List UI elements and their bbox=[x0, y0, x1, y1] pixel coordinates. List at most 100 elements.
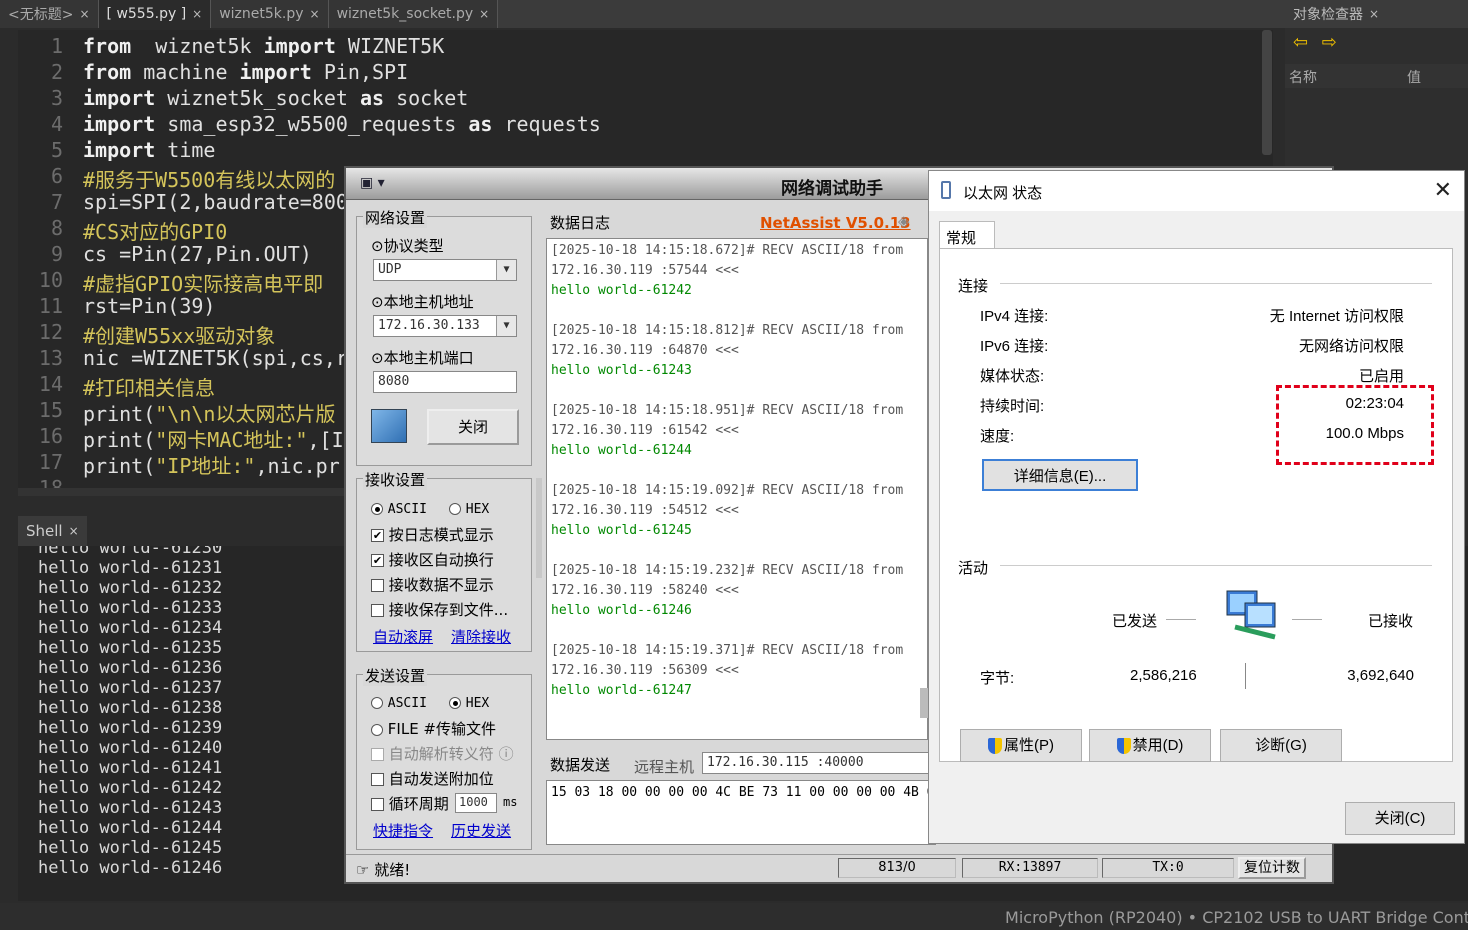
shell-line: hello world--61241 bbox=[38, 758, 223, 778]
code-line: rst=Pin(39) bbox=[83, 294, 216, 318]
group-title: 接收设置 bbox=[363, 469, 428, 490]
auto-scroll-link[interactable]: 自动滚屏 bbox=[373, 626, 433, 647]
tab-wiznet5k[interactable]: wiznet5k.py × bbox=[211, 0, 329, 28]
system-menu-icon[interactable]: ▣ ▾ bbox=[360, 175, 385, 191]
tab-shell[interactable]: Shell × bbox=[18, 516, 87, 546]
media-value: 已启用 bbox=[1358, 368, 1404, 385]
info-icon[interactable]: ⓘ bbox=[499, 745, 514, 763]
log-line: 172.16.30.119 :58240 <<< bbox=[551, 583, 739, 598]
send-hex-radio[interactable]: HEX bbox=[449, 693, 489, 711]
recv-settings-group: 接收设置 ASCII HEX ✔ 按日志模式显示 ✔ 接收区自动换行 接收数据不… bbox=[356, 469, 532, 652]
host-port-input[interactable]: 8080 bbox=[373, 371, 517, 393]
recv-hide-checkbox[interactable]: 接收数据不显示 bbox=[371, 574, 494, 595]
recv-hex-radio[interactable]: HEX bbox=[449, 499, 489, 517]
log-line: [2025-10-18 14:15:19.371]# RECV ASCII/18… bbox=[551, 643, 904, 658]
log-scrollbar[interactable] bbox=[920, 688, 928, 718]
protocol-select[interactable]: UDP ▼ bbox=[373, 259, 517, 281]
shell-line: hello world--61236 bbox=[38, 658, 223, 678]
line-number-gutter: 123456789101112131415161718 bbox=[18, 30, 73, 500]
host-port-label: ⊙本地主机端口 bbox=[371, 349, 474, 367]
tab-label: [ w555.py ] bbox=[106, 6, 187, 22]
tab-w555[interactable]: [ w555.py ] × bbox=[98, 0, 212, 28]
shell-line: hello world--61243 bbox=[38, 798, 223, 818]
editor-scrollbar[interactable] bbox=[1262, 30, 1272, 155]
recv-autowrap-checkbox[interactable]: ✔ 接收区自动换行 bbox=[371, 549, 494, 570]
host-addr-value: 172.16.30.133 bbox=[378, 318, 480, 333]
close-button[interactable]: 关闭(C) bbox=[1345, 802, 1455, 835]
shortcut-link[interactable]: 快捷指令 bbox=[373, 820, 433, 841]
receive-log[interactable]: [2025-10-18 14:15:18.672]# RECV ASCII/18… bbox=[546, 238, 928, 740]
inspector-header: 名称 值 bbox=[1285, 64, 1468, 88]
recv-log-mode-checkbox[interactable]: ✔ 按日志模式显示 bbox=[371, 524, 494, 545]
clear-recv-link[interactable]: 清除接收 bbox=[451, 626, 511, 647]
send-tab[interactable]: 数据发送 bbox=[550, 754, 610, 775]
bytes-sent: 2,586,216 bbox=[1130, 667, 1197, 684]
period-input[interactable]: 1000 bbox=[455, 793, 497, 813]
shell-line: hello world--61240 bbox=[38, 738, 223, 758]
inspector-tab[interactable]: 对象检查器 × bbox=[1285, 0, 1468, 28]
section-connection: 连接 bbox=[958, 278, 989, 295]
shield-icon bbox=[988, 738, 1002, 755]
log-line: hello world--61242 bbox=[551, 283, 692, 298]
recv-ascii-radio[interactable]: ASCII bbox=[371, 499, 427, 517]
column-name: 名称 bbox=[1289, 70, 1317, 86]
bytes-label: 字节: bbox=[980, 670, 1015, 687]
send-file-radio[interactable]: FILE #传输文件 bbox=[371, 718, 496, 739]
line-number: 2 bbox=[50, 60, 63, 84]
tab-untitled[interactable]: <无标题> × bbox=[0, 0, 99, 28]
log-line: 172.16.30.119 :61542 <<< bbox=[551, 423, 739, 438]
properties-button[interactable]: 属性(P) bbox=[960, 729, 1082, 762]
send-append-checkbox[interactable]: 自动发送附加位 bbox=[371, 768, 494, 789]
ipv6-value: 无网络访问权限 bbox=[1298, 338, 1404, 355]
divider bbox=[1245, 663, 1246, 689]
code-line: import wiznet5k_socket as socket bbox=[83, 86, 469, 110]
network-computers-icon bbox=[1225, 587, 1283, 643]
host-addr-select[interactable]: 172.16.30.133 ▼ bbox=[373, 315, 517, 337]
close-icon[interactable]: × bbox=[192, 7, 202, 21]
code-line: print("\n\n以太网芯片版 bbox=[83, 402, 336, 426]
log-tab[interactable]: 数据日志 bbox=[550, 212, 610, 233]
shell-line: hello world--61235 bbox=[38, 638, 223, 658]
diagnose-button[interactable]: 诊断(G) bbox=[1220, 729, 1342, 762]
close-connection-button[interactable]: 关闭 bbox=[427, 409, 519, 445]
divider bbox=[1000, 283, 1432, 284]
close-icon[interactable]: × bbox=[310, 7, 320, 21]
close-icon[interactable]: × bbox=[1369, 7, 1379, 21]
netassist-status-bar: ☞ 就绪! 813/0 RX:13897 TX:0 复位计数 bbox=[346, 854, 1332, 882]
tab-label: <无标题> bbox=[8, 7, 74, 23]
close-icon[interactable]: × bbox=[479, 7, 489, 21]
chevron-down-icon[interactable]: ▼ bbox=[496, 260, 516, 280]
ethernet-status-dialog: 以太网 状态 ✕ 常规 连接 IPv4 连接: 无 Internet 访问权限 … bbox=[928, 170, 1465, 844]
chevron-down-icon[interactable]: ▼ bbox=[496, 316, 516, 336]
send-loop-checkbox[interactable]: 循环周期 bbox=[371, 793, 449, 814]
history-link[interactable]: 历史发送 bbox=[451, 820, 511, 841]
details-button[interactable]: 详细信息(E)... bbox=[982, 459, 1138, 491]
tab-wiznet5k-socket[interactable]: wiznet5k_socket.py × bbox=[328, 0, 499, 28]
status-text[interactable]: MicroPython (RP2040) • CP2102 USB to UAR… bbox=[1005, 908, 1468, 927]
send-ascii-radio[interactable]: ASCII bbox=[371, 693, 427, 711]
splitter-handle[interactable] bbox=[536, 478, 542, 578]
recv-save-checkbox[interactable]: 接收保存到文件... bbox=[371, 599, 508, 620]
reset-count-button[interactable]: 复位计数 bbox=[1238, 857, 1306, 879]
tab-label: wiznet5k_socket.py bbox=[336, 6, 474, 22]
code-line: nic =WIZNET5K(spi,cs,r bbox=[83, 346, 348, 370]
line-number: 10 bbox=[38, 268, 63, 292]
code-line: print("IP地址:",nic.pr bbox=[83, 454, 340, 478]
back-forward-arrows-icon[interactable]: ⇦ ⇨ bbox=[1293, 32, 1341, 53]
line-number: 7 bbox=[50, 190, 63, 214]
disable-button[interactable]: 禁用(D) bbox=[1089, 729, 1211, 762]
editor-tabbar: <无标题> × [ w555.py ] × wiznet5k.py × wiznet5… bbox=[0, 0, 1285, 28]
log-line: [2025-10-18 14:15:19.232]# RECV ASCII/18… bbox=[551, 563, 904, 578]
brand-link[interactable]: NetAssist V5.0.13 bbox=[760, 214, 911, 232]
close-icon[interactable]: × bbox=[69, 524, 79, 538]
send-data-input[interactable]: 15 03 18 00 00 00 00 4C BE 73 11 00 00 0… bbox=[546, 780, 936, 845]
log-line: 172.16.30.119 :56309 <<< bbox=[551, 663, 739, 678]
close-icon[interactable]: ✕ bbox=[1434, 177, 1452, 203]
send-escape-checkbox[interactable]: 自动解析转义符 ⓘ bbox=[371, 743, 514, 764]
close-icon[interactable]: × bbox=[79, 7, 89, 21]
tab-general[interactable]: 常规 bbox=[939, 221, 995, 249]
remote-host-input[interactable]: 172.16.30.115 :40000 bbox=[702, 752, 942, 774]
shell-line: hello world--61242 bbox=[38, 778, 223, 798]
media-label: 媒体状态: bbox=[980, 368, 1045, 385]
title-bar[interactable]: 以太网 状态 ✕ bbox=[929, 171, 1464, 211]
